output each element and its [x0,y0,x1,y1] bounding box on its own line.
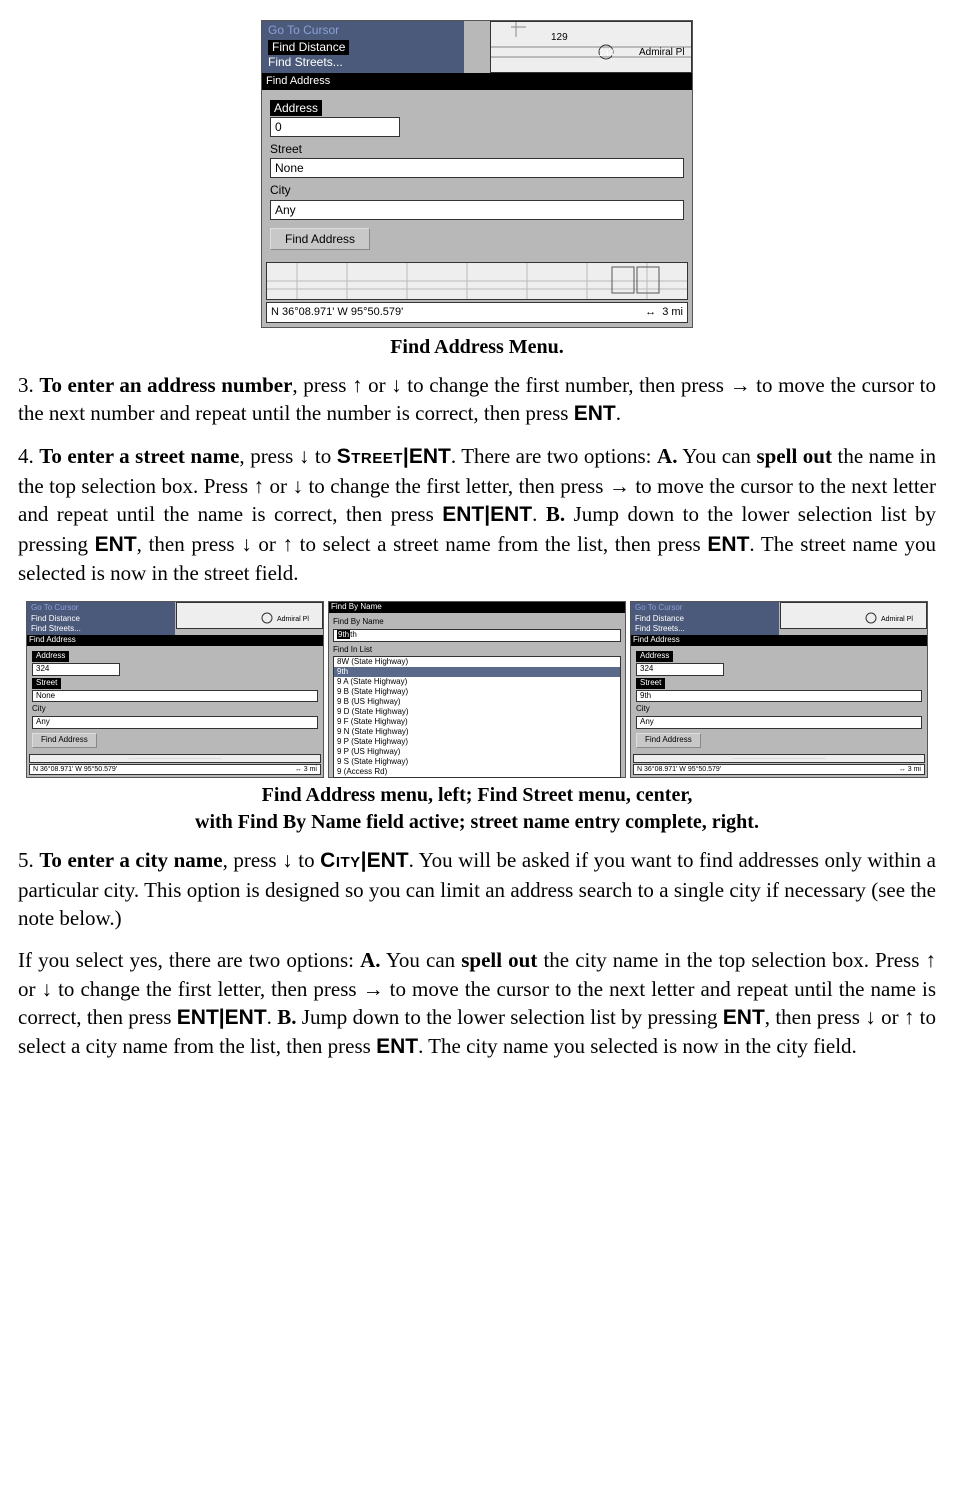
find-address-form: Address 0 Street None City Any Find Addr… [262,90,692,256]
street-field[interactable]: None [32,690,318,703]
city-label: City [32,704,318,715]
mini-map: Admiral Pl [176,602,323,629]
address-field[interactable]: 324 [32,663,120,676]
address-field[interactable]: 324 [636,663,724,676]
list-item[interactable]: 9 S (State Highway) [334,757,620,767]
city-field[interactable]: Any [32,716,318,729]
city-field[interactable]: Any [270,200,684,220]
svg-text:244: 244 [599,48,614,58]
address-label: Address [636,651,673,662]
list-item[interactable]: 9 B (State Highway) [334,687,620,697]
svg-text:Admiral Pl: Admiral Pl [639,47,685,58]
menu-bar: Go To Cursor Find Distance Find Streets.… [27,602,175,635]
figure1-caption: Find Address Menu. [18,334,936,361]
coordinate-bar: N 36°08.971' W 95°50.579' ↔ 3 mi [266,302,688,323]
find-by-name-field[interactable]: 9thth [333,629,621,642]
window-title: Find By Name [329,602,625,613]
scale-text: ↔ 3 mi [645,305,683,320]
list-item[interactable]: 9 B (US Highway) [334,697,620,707]
find-address-button[interactable]: Find Address [32,733,97,748]
menu-find-streets[interactable]: Find Streets... [268,55,458,71]
step-3: 3. To enter an address number, press ↑ o… [18,371,936,429]
address-label: Address [270,100,322,116]
menu-find-distance[interactable]: Find Distance [268,40,349,56]
mini-map: Admiral Pl [780,602,927,629]
list-item[interactable]: 8W (State Highway) [334,657,620,667]
map-strip [266,262,688,300]
menu-bar: Go To Cursor Find Distance Find Streets.… [631,602,779,635]
list-item[interactable]: 9 P (State Highway) [334,737,620,747]
thumb-left: Go To Cursor Find Distance Find Streets.… [26,601,324,778]
city-field[interactable]: Any [636,716,922,729]
thumb-right: Go To Cursor Find Distance Find Streets.… [630,601,928,778]
find-address-button[interactable]: Find Address [636,733,701,748]
step-4: 4. To enter a street name, press ↓ to St… [18,442,936,587]
menu-go-to-cursor[interactable]: Go To Cursor [268,23,458,39]
list-item[interactable]: 9 (County Highway) [334,777,620,778]
find-address-button[interactable]: Find Address [270,228,370,250]
svg-text:129: 129 [551,32,568,43]
figure-find-address: Go To Cursor Find Distance Find Streets.… [18,20,936,328]
list-item[interactable]: 9 (Access Rd) [334,767,620,777]
coord-bar: N 36°08.971' W 95°50.579' ↔ 3 mi [633,764,925,775]
address-field[interactable]: 0 [270,117,400,137]
thumb-center: Find By Name Find By Name 9thth Find In … [328,601,626,778]
context-menu: Go To Cursor Find Distance Find Streets.… [262,21,464,73]
list-item[interactable]: 9 D (State Highway) [334,707,620,717]
street-label: Street [636,678,665,689]
street-label: Street [270,141,684,157]
street-list[interactable]: 8W (State Highway) 9th 9 A (State Highwa… [333,656,621,778]
list-item[interactable]: 9 P (US Highway) [334,747,620,757]
figure-triple: Go To Cursor Find Distance Find Streets.… [18,601,936,778]
window-title: Find Address [262,73,692,90]
mini-map: 129 244 Admiral Pl [490,21,692,73]
find-in-list-label: Find In List [333,645,621,656]
list-item[interactable]: 9 N (State Highway) [334,727,620,737]
map-strip [633,754,925,763]
window-title: Find Address [27,635,323,646]
step-6: If you select yes, there are two options… [18,946,936,1061]
address-label: Address [32,651,69,662]
list-item[interactable]: 9 A (State Highway) [334,677,620,687]
coord-bar: N 36°08.971' W 95°50.579' ↔ 3 mi [29,764,321,775]
list-item[interactable]: 9 F (State Highway) [334,717,620,727]
street-field[interactable]: 9th [636,690,922,703]
window-title: Find Address [631,635,927,646]
figure2-caption: Find Address menu, left; Find Street men… [18,782,936,836]
city-label: City [636,704,922,715]
list-item[interactable]: 9th [334,667,620,677]
svg-text:Admiral Pl: Admiral Pl [881,616,913,623]
map-strip [29,754,321,763]
city-label: City [270,182,684,198]
coords-text: N 36°08.971' W 95°50.579' [271,305,403,320]
street-label: Street [32,678,61,689]
svg-text:Admiral Pl: Admiral Pl [277,616,309,623]
street-field[interactable]: None [270,158,684,178]
find-by-name-label: Find By Name [333,617,621,628]
step-5: 5. To enter a city name, press ↓ to City… [18,846,936,932]
